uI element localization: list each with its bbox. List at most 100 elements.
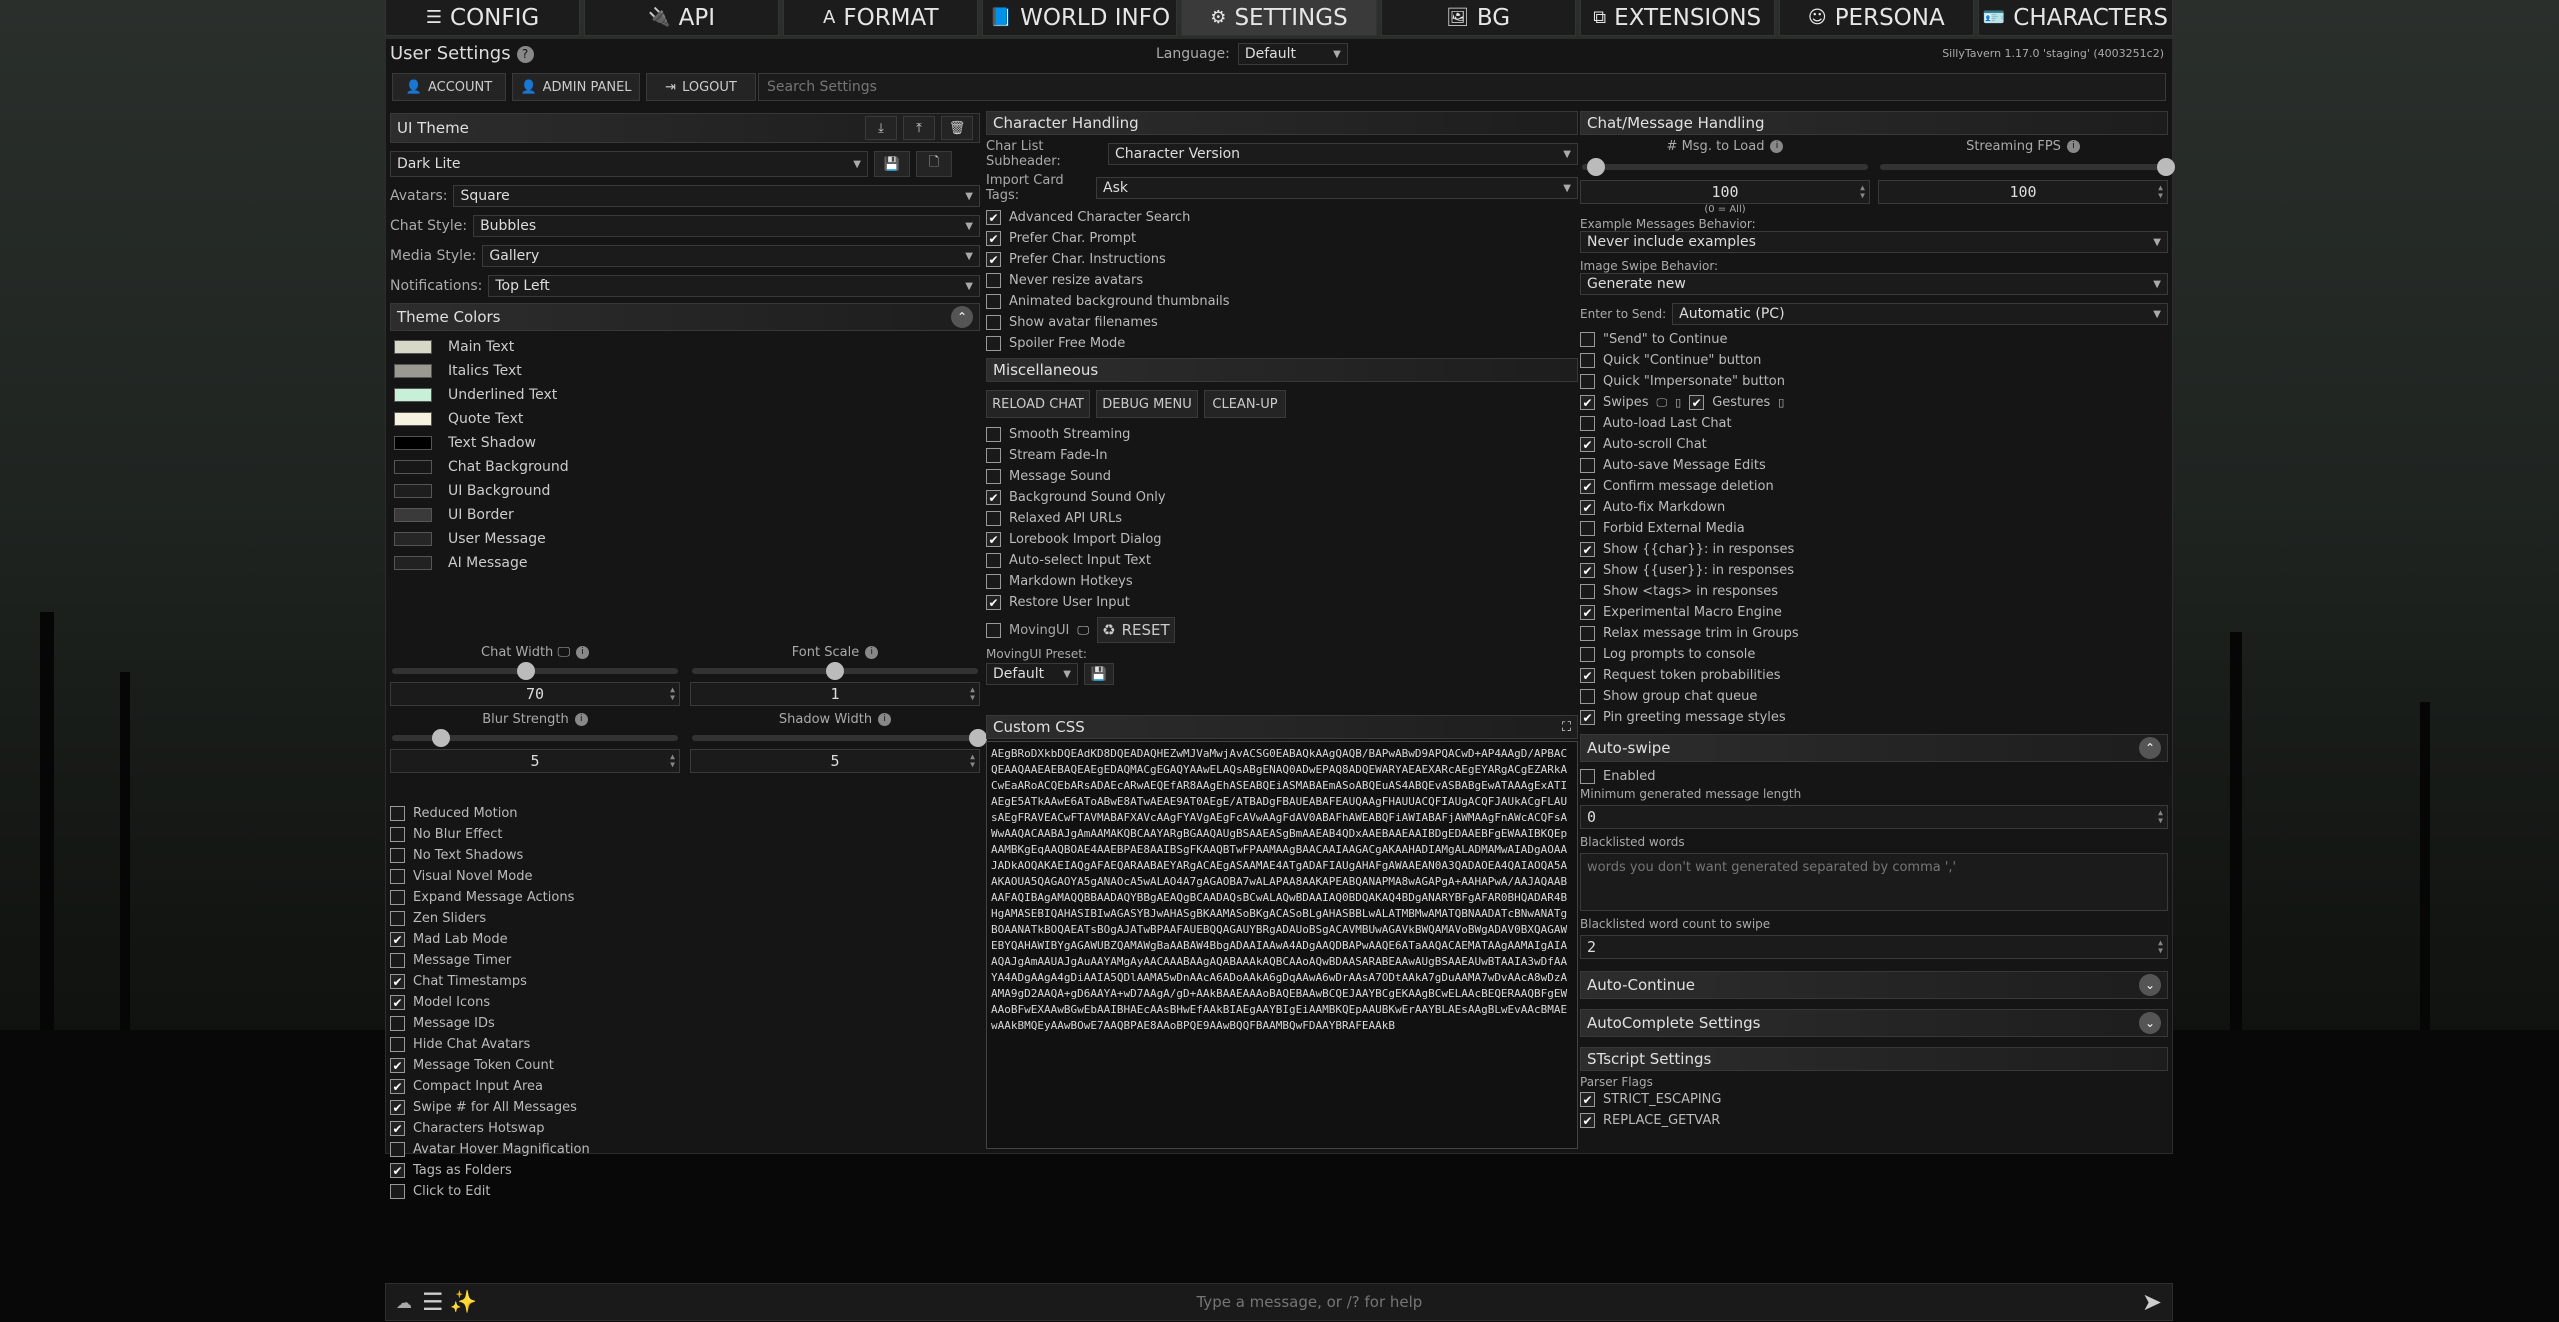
toggle-row[interactable]: ✔ Tags as Folders [390,1160,980,1181]
toggle-row[interactable]: ✔ Advanced Character Search [986,207,1578,228]
spinner-icon[interactable]: ▲ ▼ [2158,184,2163,200]
help-icon[interactable]: ? [516,45,534,63]
toggle-row[interactable]: Show avatar filenames [986,312,1578,333]
tab-extensions[interactable]: ⧉ EXTENSIONS [1579,0,1775,36]
custom-css-textarea[interactable]: AEgBRoDXkbDQEAdKD8DQEADAQHEZwMJVaMwjAvAC… [986,741,1578,1149]
color-swatch[interactable] [394,460,432,474]
toggle-row[interactable]: Auto-save Message Edits [1580,455,2168,476]
send-icon[interactable]: ➤ [2142,1288,2162,1316]
checkbox[interactable]: ✔ [390,974,405,989]
checkbox[interactable]: ✔ [1580,437,1595,452]
toggle-row[interactable]: Forbid External Media [1580,518,2168,539]
tab-world-info[interactable]: 📘 WORLD INFO [982,0,1178,36]
checkbox[interactable] [986,553,1001,568]
toggle-row[interactable]: ✔ Swipes 🖵 ▯ ✔ Gestures ▯ [1580,392,2168,413]
checkbox[interactable] [986,273,1001,288]
toggle-row[interactable]: ✔ Auto-scroll Chat [1580,434,2168,455]
blacklist-count-input[interactable]: 2 ▲ ▼ [1580,935,2168,959]
checkbox[interactable] [390,869,405,884]
expand-icon[interactable]: ⛶ [1562,720,1571,735]
blur-strength-value[interactable]: 5 ▲ ▼ [390,749,680,773]
toggle-row[interactable]: ✔ Characters Hotswap [390,1118,980,1139]
info-icon[interactable]: i [1770,140,1784,153]
auto-continue-header[interactable]: Auto-Continue ⌄ [1580,971,2168,999]
info-icon[interactable]: i [575,646,589,659]
theme-preset-select[interactable]: Dark Lite ▼ [390,151,868,177]
language-select[interactable]: Default ▼ [1237,43,1348,65]
toggle-row[interactable]: No Text Shadows [390,845,980,866]
color-swatch[interactable] [394,364,432,378]
toggle-row[interactable]: Avatar Hover Magnification [390,1139,980,1160]
toggle-row[interactable]: ✔ Compact Input Area [390,1076,980,1097]
checkbox[interactable] [986,315,1001,330]
checkbox[interactable]: ✔ [986,532,1001,547]
toggle-row[interactable]: Smooth Streaming [986,424,1578,445]
toggle-row[interactable]: ✔ Experimental Macro Engine [1580,602,2168,623]
spinner-icon[interactable]: ▲ ▼ [970,753,975,769]
shadow-width-value[interactable]: 5 ▲ ▼ [690,749,980,773]
checkbox[interactable]: ✔ [1580,500,1595,515]
movingui-checkbox[interactable] [986,622,1001,638]
toggle-row[interactable]: Relax message trim in Groups [1580,623,2168,644]
checkbox[interactable] [1580,647,1595,662]
toggle-row[interactable]: ✔ Request token probabilities [1580,665,2168,686]
movingui-preset-select[interactable]: Default ▼ [986,663,1078,685]
save-theme-button[interactable]: 💾 [874,151,910,177]
checkbox[interactable]: ✔ [986,231,1001,246]
min-length-input[interactable]: 0 ▲ ▼ [1580,805,2168,829]
checkbox[interactable]: ✔ [1580,479,1595,494]
checkbox[interactable] [986,469,1001,484]
reload-chat-button[interactable]: RELOAD CHAT [986,390,1090,418]
checkbox[interactable]: ✔ [1580,542,1595,557]
toggle-row[interactable]: Show group chat queue [1580,686,2168,707]
toggle-row[interactable]: ✔ REPLACE_GETVAR [1580,1110,2168,1131]
spinner-icon[interactable]: ▲ ▼ [2158,939,2163,955]
chat-style-select[interactable]: Bubbles ▼ [473,215,980,237]
toggle-row[interactable]: Hide Chat Avatars [390,1034,980,1055]
toggle-row[interactable]: Never resize avatars [986,270,1578,291]
checkbox[interactable] [390,953,405,968]
checkbox[interactable] [390,806,405,821]
toggle-row[interactable]: "Send" to Continue [1580,329,2168,350]
color-swatch[interactable] [394,388,432,402]
clean-up-button[interactable]: CLEAN-UP [1204,390,1286,418]
chevron-up-icon[interactable]: ⌃ [2139,737,2161,759]
checkbox[interactable]: ✔ [1580,1113,1595,1128]
checkbox[interactable] [390,911,405,926]
toggle-row[interactable]: ✔ Message Token Count [390,1055,980,1076]
checkbox[interactable] [986,294,1001,309]
checkbox[interactable]: ✔ [390,1163,405,1178]
chevron-down-icon[interactable]: ⌄ [2139,974,2161,996]
toggle-row[interactable]: Auto-load Last Chat [1580,413,2168,434]
checkbox[interactable] [986,511,1001,526]
export-theme-button[interactable]: ⤒ [903,116,935,140]
toggle-row[interactable]: Visual Novel Mode [390,866,980,887]
checkbox[interactable] [390,1184,405,1199]
admin-panel-button[interactable]: 👤 ADMIN PANEL [512,73,640,101]
checkbox[interactable] [1580,458,1595,473]
toggle-row[interactable]: ✔ Lorebook Import Dialog [986,529,1578,550]
example-messages-select[interactable]: Never include examples ▼ [1580,231,2168,253]
toggle-row[interactable]: ✔ Model Icons [390,992,980,1013]
slider-knob[interactable] [1587,158,1606,176]
checkbox[interactable]: ✔ [986,210,1001,225]
spinner-icon[interactable]: ▲ ▼ [1860,184,1865,200]
spinner-icon[interactable]: ▲ ▼ [670,686,675,702]
auto-swipe-enabled-checkbox[interactable] [1580,769,1595,784]
toggle-row[interactable]: ✔ Show {{char}}: in responses [1580,539,2168,560]
search-settings-input[interactable] [758,73,2166,101]
image-swipe-select[interactable]: Generate new ▼ [1580,273,2168,295]
slider-knob[interactable] [431,729,450,747]
checkbox[interactable] [1580,332,1595,347]
msg-to-load-value[interactable]: 100 ▲ ▼ [1580,180,1870,204]
toggle-row[interactable]: Message Timer [390,950,980,971]
checkbox[interactable] [1580,521,1595,536]
avatars-select[interactable]: Square ▼ [453,185,980,207]
toggle-row[interactable]: Zen Sliders [390,908,980,929]
checkbox[interactable]: ✔ [390,995,405,1010]
tab-settings[interactable]: ⚙ SETTINGS [1181,0,1377,36]
checkbox[interactable]: ✔ [986,595,1001,610]
checkbox[interactable]: ✔ [390,1058,405,1073]
info-icon[interactable]: i [865,646,879,659]
toggle-row[interactable]: Expand Message Actions [390,887,980,908]
